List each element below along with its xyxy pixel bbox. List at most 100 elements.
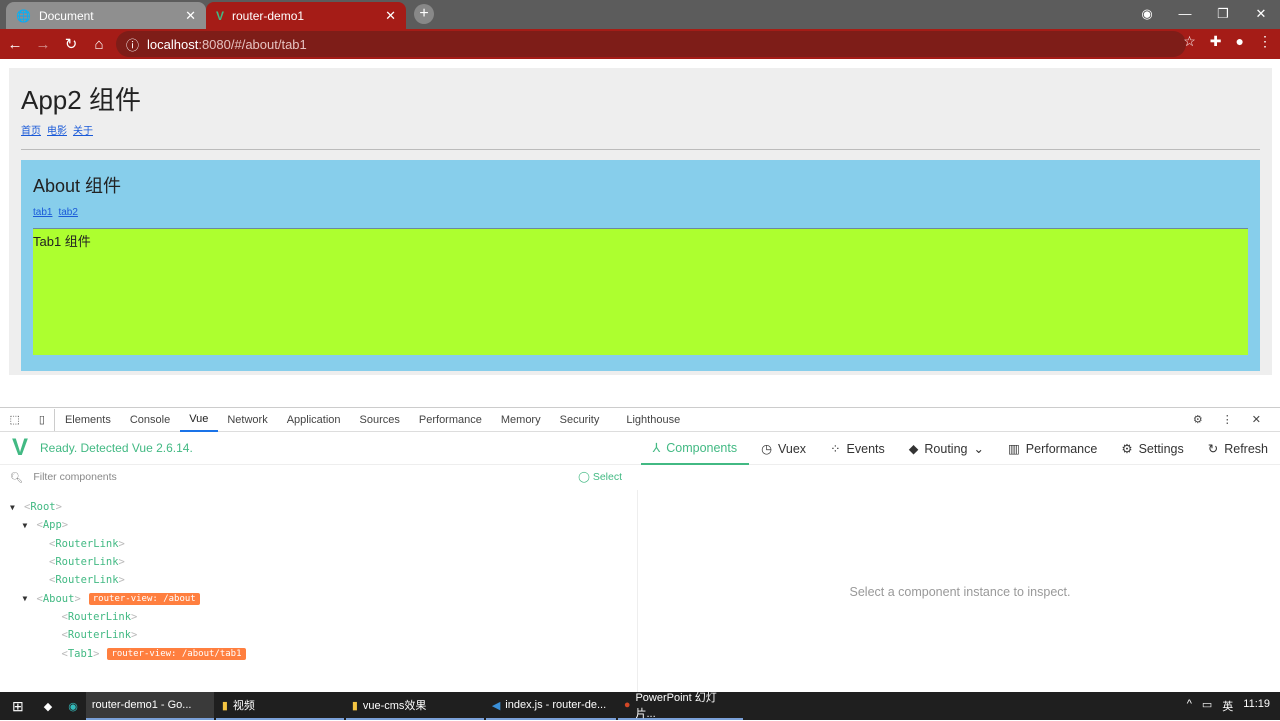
close-icon[interactable]: ✕ [1242,409,1270,431]
browser-tab-bar: 🌐 Document ✕ Vrouter-demo1 ✕ + ◉ — ❐ ✕ [0,0,1280,29]
address-bar[interactable]: ⓘ localhost:8080/#/about/tab1 [116,31,1186,57]
app-icon[interactable]: ◆ [36,700,60,713]
tree-node-about[interactable]: ▼ <About> router-view: /about [0,589,637,607]
link-about[interactable]: 关于 [73,126,93,137]
tree-node-root[interactable]: ▼ <Root> [0,498,637,516]
history-icon: ◷ [761,442,773,456]
nav-performance[interactable]: ▥ Performance [996,432,1109,465]
nav-components[interactable]: ⅄ Components [640,432,750,465]
browser-tab-document[interactable]: 🌐 Document ✕ [6,2,206,29]
nav-settings[interactable]: ⚙ Settings [1109,432,1195,465]
select-button[interactable]: ◯ Select [578,471,622,483]
menu-icon[interactable]: ⋮ [1258,33,1272,50]
page-content: App2 组件 首页 电影 关于 About 组件 tab1 tab2 Tab1 组件 [0,59,1280,407]
expand-arrow-icon[interactable]: ▼ [23,521,33,530]
profile-icon[interactable]: ◉ [1128,0,1166,28]
devtools-panel: ⬚ ▯ Elements Console Vue Network Applicat… [0,407,1280,693]
devtools-tab-memory[interactable]: Memory [491,409,550,431]
tree-node-routerlink[interactable]: <RouterLink> [0,608,637,626]
device-toggle-icon[interactable]: ▯ [29,408,56,431]
taskbar-item-vscode[interactable]: ◀ index.js - router-de... [485,692,616,720]
clock[interactable]: 11:19 [1243,698,1270,714]
expand-arrow-icon[interactable]: ▼ [10,503,20,512]
taskbar-item-folder-video[interactable]: ▮ 视频 [215,692,344,720]
extensions-icon[interactable]: ✚ [1210,33,1222,50]
settings-icon: ⚙ [1121,442,1133,456]
more-icon[interactable]: ⋮ [1212,409,1242,431]
devtools-tab-elements[interactable]: Elements [55,409,120,431]
filter-components-input[interactable]: 🔍︎ Filter components ◯ Select [0,465,638,489]
browser-toolbar: ← → ↻ ⌂ ⓘ localhost:8080/#/about/tab1 ☆ ✚ ●… [0,29,1280,59]
globe-icon: 🌐 [16,8,31,23]
tray-chevron-icon[interactable]: ^ [1187,698,1192,714]
link-home[interactable]: 首页 [21,126,41,137]
maximize-button[interactable]: ❐ [1204,0,1242,28]
close-tab-icon[interactable]: ✕ [385,8,396,24]
app-component: App2 组件 首页 电影 关于 About 组件 tab1 tab2 Tab1 组件 [9,68,1272,375]
edge-icon[interactable]: ◉ [60,700,86,713]
search-icon: 🔍︎ [10,471,24,484]
tree-node-routerlink[interactable]: <RouterLink> [0,553,637,571]
nav-events[interactable]: ⁘ Events [818,432,897,465]
gear-icon[interactable]: ⚙ [1183,409,1212,431]
empty-inspector-text: Select a component instance to inspect. [849,584,1071,599]
windows-start-icon[interactable]: ⊞ [0,698,36,715]
divider [21,149,1260,150]
taskbar-item-chrome[interactable]: router-demo1 - Go... [85,692,214,720]
taskbar-item-powerpoint[interactable]: ● PowerPoint 幻灯片... [617,692,743,720]
link-movie[interactable]: 电影 [47,126,67,137]
avatar[interactable]: ● [1236,33,1244,50]
reload-button[interactable]: ↻ [58,35,84,53]
devtools-tab-security[interactable]: Security [550,409,609,431]
vue-status: Ready. Detected Vue 2.6.14. [40,441,193,455]
nav-vuex[interactable]: ◷ Vuex [749,432,818,465]
expand-arrow-icon[interactable]: ▼ [23,594,33,603]
info-icon: ⓘ [126,37,140,53]
router-view-badge: router-view: /about [88,592,200,605]
vue-logo-icon: V [12,434,29,461]
tree-node-routerlink[interactable]: <RouterLink> [0,535,637,553]
forward-button[interactable]: → [30,36,56,53]
network-icon[interactable]: ▭ [1202,698,1212,714]
chevron-down-icon: ⌄ [973,442,984,456]
tree-node-routerlink[interactable]: <RouterLink> [0,626,637,644]
bar-chart-icon: ▥ [1007,442,1020,456]
router-view-badge: router-view: /about/tab1 [107,647,246,660]
minimize-button[interactable]: — [1166,0,1204,28]
back-button[interactable]: ← [2,36,28,53]
home-button[interactable]: ⌂ [86,36,112,53]
star-icon[interactable]: ☆ [1183,33,1196,50]
about-component: About 组件 tab1 tab2 Tab1 组件 [21,160,1260,371]
routing-icon: ◆ [908,442,919,456]
tree-node-routerlink[interactable]: <RouterLink> [0,571,637,589]
components-icon: ⅄ [652,441,661,455]
devtools-tab-vue[interactable]: Vue [179,408,218,432]
link-tab1[interactable]: tab1 [33,207,52,218]
tab1-component: Tab1 组件 [33,229,1248,355]
ime-indicator[interactable]: 英 [1222,698,1233,714]
devtools-tab-application[interactable]: Application [277,409,350,431]
devtools-tab-sources[interactable]: Sources [350,409,409,431]
tree-node-app[interactable]: ▼ <App> [0,516,637,534]
nav-refresh[interactable]: ↻ Refresh [1196,432,1280,465]
component-tree: ▼ <Root> ▼ <App> <RouterLink> <RouterLink> <Ro… [0,490,637,663]
nav-routing[interactable]: ◆ Routing ⌄ [897,432,996,465]
vue-logo-icon: V [216,8,225,23]
devtools-tab-network[interactable]: Network [218,409,277,431]
tree-node-tab1[interactable]: <Tab1> router-view: /about/tab1 [0,644,637,662]
close-tab-icon[interactable]: ✕ [185,8,196,24]
browser-tab-router-demo1[interactable]: Vrouter-demo1 ✕ [206,2,406,29]
taskbar-item-folder-vue-cms[interactable]: ▮ vue-cms效果 [345,692,484,720]
close-window-button[interactable]: ✕ [1242,0,1280,28]
devtools-tab-lighthouse[interactable]: Lighthouse [617,409,690,431]
events-icon: ⁘ [830,442,841,456]
taskbar: ⊞ ◆ ◉ router-demo1 - Go... ▮ 视频 ▮ vue-cms效… [0,692,1280,720]
about-title: About 组件 [33,176,122,196]
page-title: App2 组件 [21,85,141,115]
refresh-icon: ↻ [1207,442,1219,456]
devtools-tab-console[interactable]: Console [120,409,179,431]
inspect-icon[interactable]: ⬚ [0,409,29,431]
link-tab2[interactable]: tab2 [58,207,77,218]
devtools-tab-performance[interactable]: Performance [409,409,491,431]
new-tab-button[interactable]: + [414,4,434,24]
